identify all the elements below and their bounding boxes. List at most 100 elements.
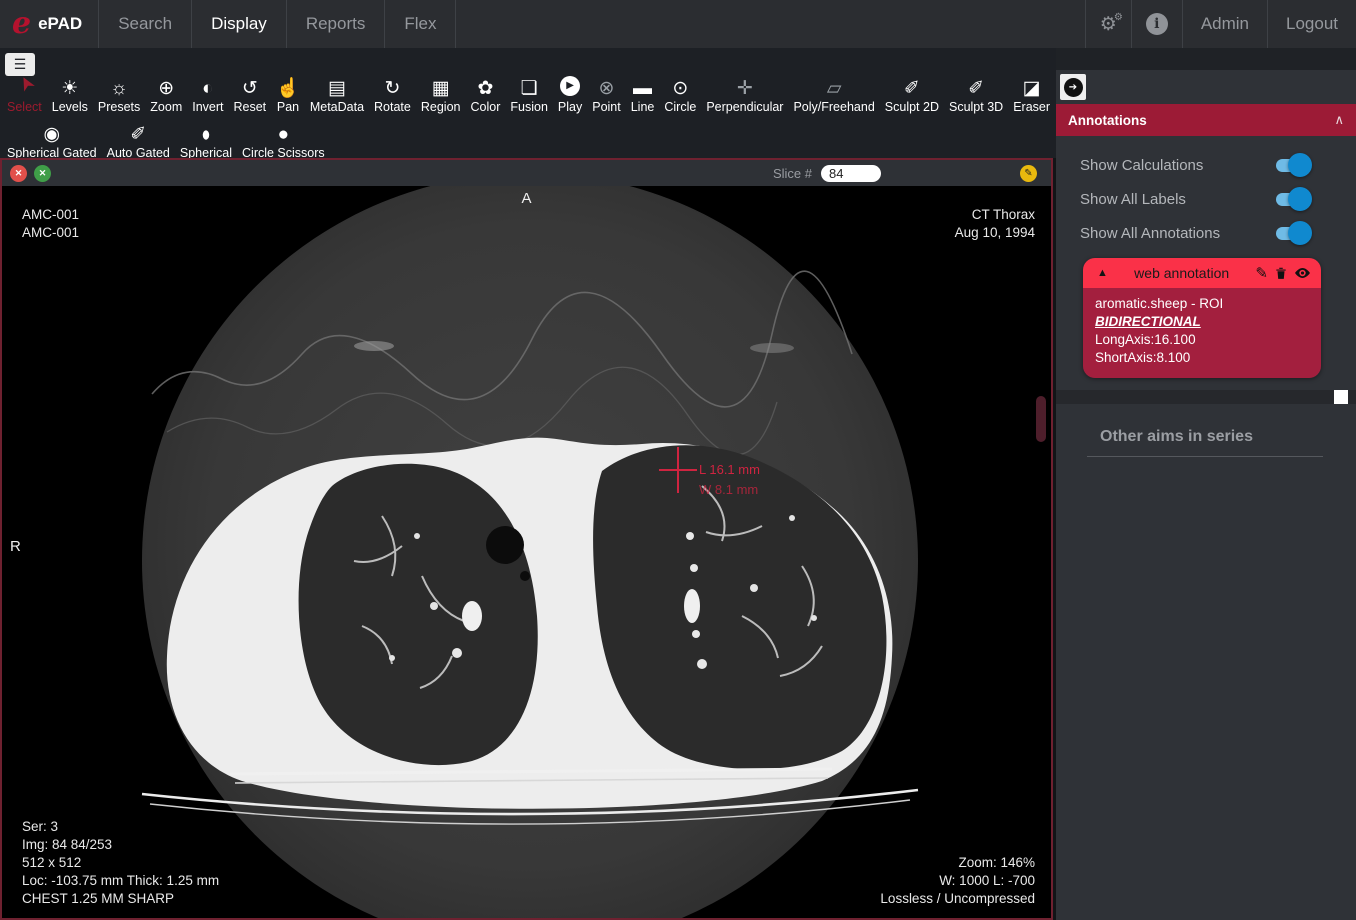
tool-button[interactable]: ✿ Color: [466, 72, 506, 115]
chevron-up-icon: ∧: [1334, 112, 1344, 128]
patient-info-overlay: AMC-001 AMC-001: [22, 206, 79, 242]
circle-dot-icon: ⊙: [670, 72, 690, 98]
tool-label: Fusion: [510, 101, 548, 115]
tool-button[interactable]: ✐ Auto Gated: [102, 118, 175, 161]
swap-viewport-button[interactable]: ✕: [34, 165, 51, 182]
delete-annotation-icon[interactable]: [1274, 266, 1288, 280]
nav-tab[interactable]: Flex: [385, 0, 456, 48]
tool-button[interactable]: ✐ Sculpt 3D: [944, 72, 1008, 115]
annotation-detail-line: ShortAxis:8.100: [1095, 349, 1309, 367]
tool-button[interactable]: ❏ Fusion: [505, 72, 553, 115]
measurement-cross-horizontal[interactable]: [659, 469, 697, 471]
other-aims-divider: [1087, 456, 1323, 457]
brand-name: ePAD: [38, 14, 82, 34]
toggle-switch[interactable]: [1276, 159, 1308, 172]
auto-gated-icon: ✐: [128, 118, 148, 144]
annotation-card-body[interactable]: aromatic.sheep - ROI BIDIRECTIONAL LongA…: [1083, 288, 1321, 378]
toggle-row[interactable]: Show All Annotations: [1056, 216, 1356, 250]
admin-button[interactable]: Admin: [1182, 0, 1267, 48]
tool-button[interactable]: ◉ Spherical Gated: [2, 118, 102, 161]
tool-button[interactable]: ● Spherical: [175, 118, 237, 161]
tool-button[interactable]: ◐ Invert: [187, 72, 228, 115]
tool-button[interactable]: ▱ Poly/Freehand: [788, 72, 879, 115]
toggle-label: Show All Annotations: [1080, 225, 1220, 242]
annotation-list-strip: [1056, 390, 1356, 404]
annotation-card-header[interactable]: ▲ web annotation ✎: [1083, 258, 1321, 288]
move-icon: ✕: [39, 168, 47, 179]
edit-annotation-icon[interactable]: ✎: [1255, 266, 1268, 281]
nav-tab-label: Display: [211, 14, 267, 34]
tool-button[interactable]: ⊗ Point: [587, 72, 626, 115]
levels-icon: ☀: [60, 72, 80, 98]
toggle-knob: [1288, 221, 1312, 245]
epad-logo-icon: e: [12, 9, 31, 39]
hamburger-icon: ☰: [14, 56, 27, 73]
tool-button[interactable]: ▬ Line: [626, 72, 660, 115]
tool-button[interactable]: ▤ MetaData: [305, 72, 369, 115]
orientation-anterior: A: [521, 190, 531, 207]
nav-tab[interactable]: Display: [192, 0, 287, 48]
annotations-sidebar: ➔ Annotations ∧ Show Calculations Show A…: [1056, 48, 1356, 920]
palette-icon: ✿: [475, 72, 495, 98]
nav-items: Search Display Reports Flex: [99, 0, 456, 48]
ct-image: [2, 186, 1051, 918]
tool-button[interactable]: ↻ Rotate: [369, 72, 416, 115]
overlay-line: 512 x 512: [22, 854, 219, 872]
settings-button[interactable]: ⚙ ⚙: [1085, 0, 1131, 48]
tool-label: Reset: [234, 101, 267, 115]
toolbar: ☰ ➤ Select ☀ Levels ☼ Presets: [0, 48, 1056, 158]
ruler-icon: ▬: [633, 72, 653, 98]
reset-icon: ↺: [240, 72, 260, 98]
tool-button[interactable]: ☝ Pan: [271, 72, 305, 115]
annotation-card: ▲ web annotation ✎ aromatic.sheep - ROI: [1083, 258, 1321, 378]
tool-button[interactable]: ◪ Eraser: [1008, 72, 1055, 115]
info-icon: i: [1146, 13, 1168, 35]
eye-icon[interactable]: [1294, 266, 1311, 280]
tool-label: Eraser: [1013, 101, 1050, 115]
spherical-gated-icon: ◉: [42, 118, 62, 144]
tool-label: Line: [631, 101, 655, 115]
tool-button[interactable]: ➤ Select: [2, 72, 47, 115]
study-info-overlay: CT Thorax Aug 10, 1994: [955, 206, 1035, 242]
tool-button[interactable]: ✛ Perpendicular: [701, 72, 788, 115]
annotations-panel-title: Annotations: [1068, 113, 1147, 128]
toggle-row[interactable]: Show Calculations: [1056, 148, 1356, 182]
collapse-sidebar-button[interactable]: ➔: [1060, 74, 1086, 100]
slice-control: Slice #: [773, 165, 881, 182]
tool-button[interactable]: ↺ Reset: [229, 72, 272, 115]
perpendicular-icon: ✛: [735, 72, 755, 98]
sculpt-2d-icon: ✐: [902, 72, 922, 98]
tool-button[interactable]: ▶ Play: [553, 76, 587, 115]
slice-number-input[interactable]: [821, 165, 881, 182]
slice-scrollbar-thumb[interactable]: [1036, 396, 1046, 442]
spherical-icon: ●: [198, 116, 214, 145]
nav-tab[interactable]: Search: [99, 0, 192, 48]
ct-canvas[interactable]: A R AMC-001 AMC-001 CT Thorax Aug 10, 19…: [2, 186, 1051, 918]
toggle-switch[interactable]: [1276, 227, 1308, 240]
study-description: CT Thorax: [955, 206, 1035, 224]
logout-button[interactable]: Logout: [1267, 0, 1356, 48]
annotations-panel-header[interactable]: Annotations ∧: [1056, 104, 1356, 136]
magnifier-icon: ⊕: [156, 72, 176, 98]
tool-button[interactable]: ✐ Sculpt 2D: [880, 72, 944, 115]
epad-logo[interactable]: e ePAD: [0, 0, 99, 48]
info-button[interactable]: i: [1131, 0, 1182, 48]
close-viewport-button[interactable]: ✕: [10, 165, 27, 182]
tool-button[interactable]: ☼ Presets: [93, 72, 145, 115]
toggle-knob: [1288, 187, 1312, 211]
other-aims-title: Other aims in series: [1056, 428, 1356, 446]
overlay-line: Ser: 3: [22, 818, 219, 836]
tool-button[interactable]: ⊙ Circle: [659, 72, 701, 115]
nav-tab[interactable]: Reports: [287, 0, 386, 48]
toggle-row[interactable]: Show All Labels: [1056, 182, 1356, 216]
tool-button[interactable]: ☀ Levels: [47, 72, 93, 115]
overlay-line: Loc: -103.75 mm Thick: 1.25 mm: [22, 872, 219, 890]
tool-button[interactable]: ▦ Region: [416, 72, 466, 115]
annotation-toggles: Show Calculations Show All Labels Show A…: [1056, 136, 1356, 250]
presets-icon: ☼: [109, 72, 129, 98]
tool-button[interactable]: ● Circle Scissors: [237, 118, 330, 161]
toggle-switch[interactable]: [1276, 193, 1308, 206]
resize-handle[interactable]: [1334, 390, 1348, 404]
edit-slice-button[interactable]: ✎: [1020, 165, 1037, 182]
tool-button[interactable]: ⊕ Zoom: [145, 72, 187, 115]
